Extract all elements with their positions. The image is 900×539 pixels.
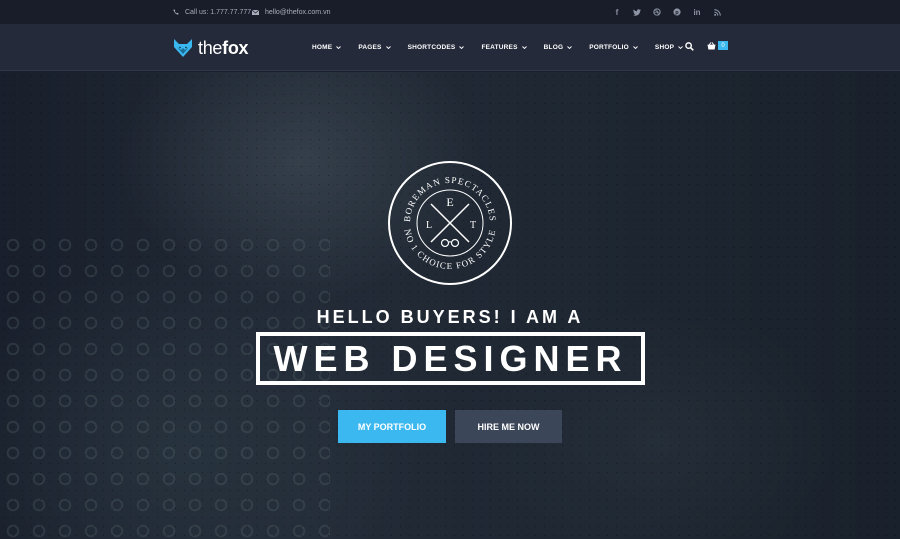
glasses-icon xyxy=(440,238,460,248)
nav-label-portfolio: PORTFOLIO xyxy=(589,44,629,51)
cart-button[interactable]: 0 xyxy=(707,41,728,50)
main-nav: HOME PAGES SHORTCODES FEATURES BLOG PORT… xyxy=(312,24,700,71)
svg-text:p: p xyxy=(675,10,679,16)
nav-features[interactable]: FEATURES xyxy=(481,44,527,51)
my-portfolio-button[interactable]: MY PORTFOLIO xyxy=(338,410,446,443)
hero-subtitle: HELLO BUYERS! I AM A xyxy=(316,307,584,327)
cart-count-badge: 0 xyxy=(718,41,728,50)
nav-portfolio[interactable]: PORTFOLIO xyxy=(589,44,638,51)
chevron-down-icon xyxy=(521,46,527,49)
top-bar: Call us: 1.777.77.777 hello@thefox.com.v… xyxy=(0,0,900,24)
hero-section: BOREMAN SPECTACLES NO 1 CHOICE FOR STYLE… xyxy=(0,72,900,539)
pinterest-icon[interactable]: p xyxy=(672,8,682,16)
hero-title: WEB DESIGNER xyxy=(273,337,628,379)
chevron-down-icon xyxy=(385,46,391,49)
linkedin-icon[interactable]: in xyxy=(692,8,702,17)
fox-logo-icon xyxy=(174,39,192,57)
rss-icon[interactable] xyxy=(712,8,722,16)
chevron-down-icon xyxy=(633,46,638,49)
nav-shortcodes[interactable]: SHORTCODES xyxy=(408,44,465,51)
logo-prefix: the xyxy=(198,37,223,58)
spectacles-badge-logo: BOREMAN SPECTACLES NO 1 CHOICE FOR STYLE… xyxy=(388,161,512,285)
phone-icon xyxy=(173,9,179,15)
badge-letter-e: E xyxy=(446,195,453,209)
site-logo[interactable]: thefox xyxy=(173,37,249,59)
logo-bold: fox xyxy=(222,37,249,58)
nav-label-home: HOME xyxy=(312,44,333,51)
badge-letter-t: T xyxy=(470,220,476,231)
nav-label-shop: SHOP xyxy=(654,44,675,51)
badge-letter-l: L xyxy=(426,220,432,231)
mail-icon xyxy=(252,9,259,15)
hire-me-button[interactable]: HIRE ME NOW xyxy=(455,410,562,443)
chevron-down-icon xyxy=(678,46,683,49)
nav-label-shortcodes: SHORTCODES xyxy=(407,44,456,51)
nav-pages[interactable]: PAGES xyxy=(358,44,391,51)
main-header: thefox HOME PAGES SHORTCODES FEATURES BL… xyxy=(0,24,900,71)
chevron-down-icon xyxy=(336,46,342,49)
dribbble-icon[interactable] xyxy=(652,8,662,16)
email-contact[interactable]: hello@thefox.com.vn xyxy=(252,0,330,24)
search-icon[interactable] xyxy=(685,42,694,51)
shopping-basket-icon xyxy=(707,41,716,50)
email-text: hello@thefox.com.vn xyxy=(265,8,331,16)
logo-text: thefox xyxy=(198,37,249,59)
badge-bottom-text: NO 1 CHOICE FOR STYLE xyxy=(402,228,497,271)
facebook-icon[interactable]: f xyxy=(612,8,622,17)
nav-home[interactable]: HOME xyxy=(312,44,342,51)
nav-label-pages: PAGES xyxy=(358,44,382,51)
chevron-down-icon xyxy=(567,46,573,49)
twitter-icon[interactable] xyxy=(632,8,642,16)
chevron-down-icon xyxy=(459,46,465,49)
phone-text: Call us: 1.777.77.777 xyxy=(185,8,252,16)
hero-dot-overlay xyxy=(0,72,900,539)
nav-blog[interactable]: BLOG xyxy=(544,44,573,51)
phone-contact[interactable]: Call us: 1.777.77.777 xyxy=(173,0,251,24)
social-links: f p in xyxy=(612,0,722,24)
nav-label-features: FEATURES xyxy=(481,44,518,51)
nav-shop[interactable]: SHOP xyxy=(655,44,683,51)
hero-title-box: WEB DESIGNER xyxy=(256,332,645,385)
nav-label-blog: BLOG xyxy=(543,44,564,51)
